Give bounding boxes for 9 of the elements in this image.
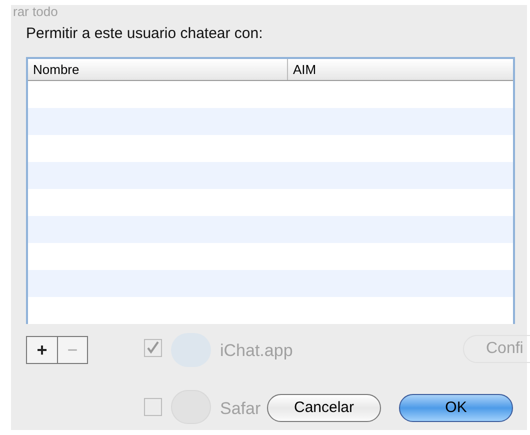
app-name: iChat.app bbox=[220, 340, 293, 362]
column-header[interactable]: AIM bbox=[288, 59, 513, 80]
column-header[interactable]: Nombre bbox=[28, 59, 288, 80]
app-name: Safar bbox=[220, 398, 261, 420]
add-button[interactable]: + bbox=[27, 337, 58, 363]
ok-button[interactable]: OK bbox=[399, 394, 513, 422]
cancel-button[interactable]: Cancelar bbox=[267, 394, 381, 422]
prompt-label: Permitir a este usuario chatear con: bbox=[26, 24, 264, 44]
search-field-text: rar todo bbox=[13, 5, 58, 19]
